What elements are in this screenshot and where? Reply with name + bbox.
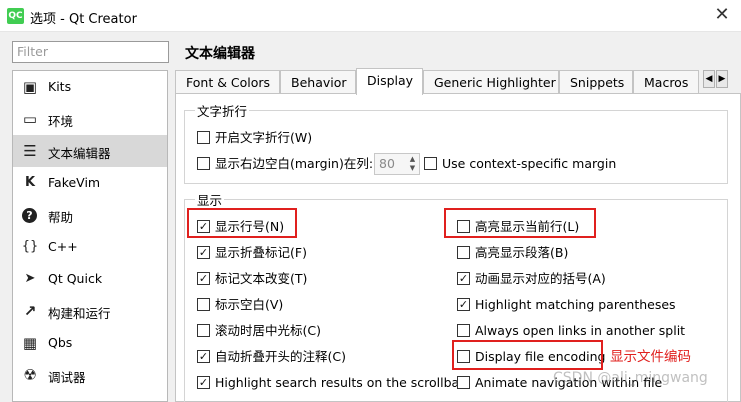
filter-input[interactable]: Filter	[12, 41, 169, 63]
spin-arrows-icon[interactable]: ▲ ▼	[407, 155, 418, 173]
checkbox-label: Highlight matching parentheses	[475, 297, 676, 312]
annotation-label: 显示文件编码	[610, 349, 691, 365]
checkbox-box[interactable]: ✓	[197, 376, 210, 389]
category-item-environment[interactable]: ▭ 环境	[13, 103, 167, 135]
checkbox-box[interactable]: ✓	[457, 272, 470, 285]
category-label: 文本编辑器	[48, 146, 111, 161]
tab-display[interactable]: Display	[356, 68, 423, 95]
checkbox-box[interactable]	[197, 157, 210, 170]
annotation-box-line-numbers	[187, 208, 297, 238]
text-editor-icon: ☰	[23, 142, 37, 160]
category-label: Kits	[48, 79, 72, 94]
category-label: Qt Quick	[48, 271, 103, 286]
tab-behavior[interactable]: Behavior	[280, 70, 356, 94]
category-list: ▣ Kits ▭ 环境 ☰ 文本编辑器 K FakeVim ? 帮助 {} C+…	[12, 70, 168, 402]
checkbox-box[interactable]: ✓	[197, 246, 210, 259]
margin-column-spinbox[interactable]: 80 ▲ ▼	[374, 153, 420, 175]
monitor-icon: ▭	[22, 110, 38, 128]
help-icon: ?	[22, 208, 37, 223]
category-item-debugger[interactable]: ☢ 调试器	[13, 359, 167, 391]
checkbox-box[interactable]	[457, 324, 470, 337]
category-item-text-editor[interactable]: ☰ 文本编辑器	[13, 135, 167, 167]
checkbox-label: Use context-specific margin	[442, 156, 617, 171]
checkbox-box[interactable]	[457, 376, 470, 389]
cpp-icon: {}	[21, 239, 39, 254]
checkbox-box[interactable]	[197, 298, 210, 311]
category-item-help[interactable]: ? 帮助	[13, 199, 167, 231]
category-item-qt-quick[interactable]: ➤ Qt Quick	[13, 263, 167, 295]
checkbox-box[interactable]: ✓	[197, 350, 210, 363]
checkbox-label: 动画显示对应的括号(A)	[475, 271, 606, 286]
checkbox-label: 滚动时居中光标(C)	[215, 323, 321, 338]
tab-scroll-left-icon[interactable]: ◀	[703, 70, 715, 88]
checkbox-label: 高亮显示段落(B)	[475, 245, 569, 260]
group-title-text-wrapping: 文字折行	[195, 101, 250, 120]
checkbox-label: Highlight search results on the scrollba…	[215, 375, 465, 390]
category-item-cpp[interactable]: {} C++	[13, 231, 167, 263]
category-item-kits[interactable]: ▣ Kits	[13, 71, 167, 103]
checkbox-box[interactable]	[197, 131, 210, 144]
margin-column-value: 80	[379, 156, 395, 171]
checkbox-box[interactable]	[197, 324, 210, 337]
qt-quick-icon: ➤	[24, 271, 36, 286]
checkbox-box[interactable]	[457, 246, 470, 259]
checkbox-label: 标示空白(V)	[215, 297, 284, 312]
title-bar: QC 选项 - Qt Creator ✕	[0, 0, 741, 32]
tab-generic-highlighter[interactable]: Generic Highlighter	[423, 70, 559, 94]
qt-creator-logo-icon: QC	[7, 8, 24, 24]
tab-scroll-right-icon[interactable]: ▶	[716, 70, 728, 88]
tab-bar: Font & Colors Behavior Display Generic H…	[175, 68, 741, 95]
annotation-box-current-line	[444, 208, 596, 238]
category-label: Qbs	[48, 335, 73, 350]
page-title: 文本编辑器	[185, 46, 255, 62]
checkbox-label: 开启文字折行(W)	[215, 130, 313, 145]
checkbox-label: 显示右边空白(margin)在列:	[215, 156, 374, 171]
watermark: CSDN @ali_mingwang	[553, 370, 708, 386]
kits-icon: ▣	[22, 78, 38, 96]
annotation-box-file-encoding	[452, 340, 603, 370]
build-run-icon: ↗	[23, 302, 37, 320]
checkbox-box[interactable]	[424, 157, 437, 170]
checkbox-box[interactable]: ✓	[457, 298, 470, 311]
checkbox-label: 显示折叠标记(F)	[215, 245, 307, 260]
tab-snippets[interactable]: Snippets	[559, 70, 633, 94]
category-label: FakeVim	[48, 175, 101, 190]
checkbox-label: 标记文本改变(T)	[215, 271, 308, 286]
window-title: 选项 - Qt Creator	[30, 12, 137, 27]
category-label: 构建和运行	[48, 306, 111, 321]
tab-font-colors[interactable]: Font & Colors	[175, 70, 280, 94]
checkbox-label: 自动折叠开头的注释(C)	[215, 349, 346, 364]
debugger-icon: ☢	[23, 366, 37, 384]
checkbox-box[interactable]: ✓	[197, 272, 210, 285]
checkbox-label: Always open links in another split	[475, 323, 686, 338]
category-label: 调试器	[48, 370, 86, 385]
fakevim-icon: K	[24, 175, 36, 190]
tab-macros[interactable]: Macros	[633, 70, 699, 94]
category-item-build-run[interactable]: ↗ 构建和运行	[13, 295, 167, 327]
group-title-display: 显示	[195, 190, 225, 209]
category-label: C++	[48, 239, 78, 254]
category-item-qbs[interactable]: ▦ Qbs	[13, 327, 167, 359]
close-icon[interactable]: ✕	[711, 4, 733, 26]
category-label: 帮助	[48, 210, 74, 225]
category-label: 环境	[48, 114, 74, 129]
category-item-fakevim[interactable]: K FakeVim	[13, 167, 167, 199]
qbs-icon: ▦	[22, 334, 38, 352]
